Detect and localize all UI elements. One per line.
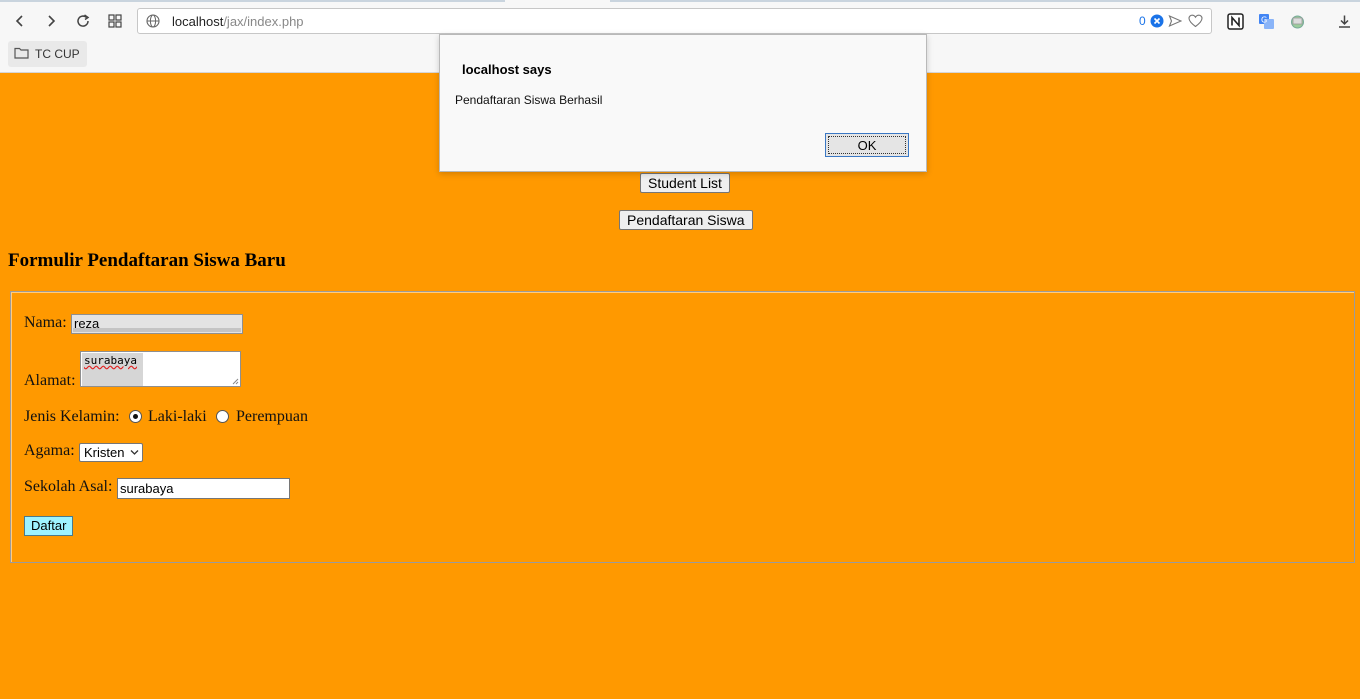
svg-text:G: G [1261,15,1267,24]
daftar-button[interactable]: Daftar [24,516,74,536]
gender-option-laki-laki: Laki-laki [148,408,207,425]
forward-icon[interactable] [39,9,63,33]
folder-icon [14,47,29,62]
notion-extension-icon[interactable] [1223,9,1247,33]
blocked-count: 0 [1139,14,1146,28]
tab-strip-edge [610,0,1360,2]
extension-icon[interactable] [1285,9,1309,33]
alert-message: Pendaftaran Siswa Berhasil [455,93,603,107]
alamat-label: Alamat: [24,372,76,389]
agama-select-value: Kristen [84,445,125,460]
back-icon[interactable] [8,9,32,33]
url-text[interactable]: localhost/jax/index.php [172,14,304,29]
form-title: Formulir Pendaftaran Siswa Baru [8,250,286,271]
heart-icon[interactable] [1187,13,1203,29]
apps-grid-icon[interactable] [103,9,127,33]
gender-radio-laki-laki[interactable] [129,410,142,423]
jenis-kelamin-label: Jenis Kelamin: [24,408,120,425]
url-host: localhost [172,14,224,29]
alert-dialog: localhost says Pendaftaran Siswa Berhasi… [439,34,927,172]
alert-ok-button[interactable]: OK [825,133,909,157]
nama-input[interactable]: reza [71,314,243,334]
bookmark-label: TC CUP [35,47,80,61]
agama-select[interactable]: Kristen [79,443,143,462]
adblock-badge-icon[interactable] [1149,13,1165,29]
reload-icon[interactable] [71,9,95,33]
translate-icon[interactable]: G [1254,9,1278,33]
url-path: /jax/index.php [223,14,304,29]
send-icon[interactable] [1167,13,1183,29]
chevron-down-icon [130,450,139,455]
address-bar[interactable]: localhost/jax/index.php 0 [137,8,1212,34]
globe-icon [145,13,161,29]
sekolah-asal-input[interactable]: surabaya [117,478,290,499]
alert-title: localhost says [462,62,552,77]
autofill-highlight [73,328,241,332]
sekolah-asal-label: Sekolah Asal: [24,478,113,495]
alamat-textarea[interactable]: surabaya [80,351,241,387]
nama-label: Nama: [24,314,67,331]
agama-label: Agama: [24,442,75,459]
bookmark-tc-cup[interactable]: TC CUP [8,41,87,67]
resize-grip-icon[interactable] [231,377,239,385]
pendaftaran-siswa-button[interactable]: Pendaftaran Siswa [619,210,753,230]
student-list-button[interactable]: Student List [640,173,730,193]
alamat-textarea-value: surabaya [84,354,137,367]
sekolah-asal-input-value: surabaya [120,481,174,496]
gender-radio-perempuan[interactable] [216,410,229,423]
gender-option-perempuan: Perempuan [236,408,308,425]
download-icon[interactable] [1332,9,1356,33]
tab-strip-edge [0,0,505,2]
